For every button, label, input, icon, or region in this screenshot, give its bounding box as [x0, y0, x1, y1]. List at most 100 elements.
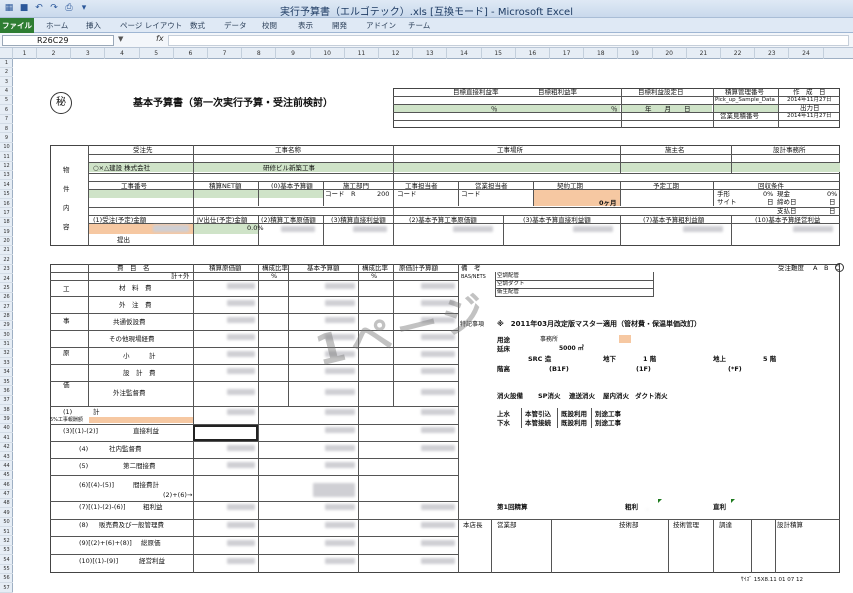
row-header-cell[interactable]: 57 — [0, 584, 13, 593]
row-header-cell[interactable]: 14 — [0, 181, 13, 190]
row-header-cell[interactable]: 5 — [0, 96, 13, 106]
row-header-cell[interactable]: 37 — [0, 396, 13, 406]
column-header-cell[interactable]: 2 — [37, 48, 72, 59]
row-header-cell[interactable]: 50 — [0, 518, 13, 528]
row-header-cell[interactable]: 39 — [0, 415, 13, 424]
row-header-cell[interactable]: 48 — [0, 499, 13, 509]
row-header-cell[interactable]: 45 — [0, 471, 13, 481]
row-header-cell[interactable]: 44 — [0, 462, 13, 471]
column-header-cell[interactable]: 23 — [755, 48, 790, 59]
row-header-cell[interactable]: 33 — [0, 359, 13, 368]
column-header-cell[interactable]: 13 — [413, 48, 448, 59]
row-header-cell[interactable]: 31 — [0, 340, 13, 349]
row-header-cell[interactable]: 1 — [0, 59, 13, 68]
row-header-cell[interactable]: 19 — [0, 228, 13, 237]
row-header-cell[interactable]: 12 — [0, 162, 13, 171]
row-header-cell[interactable]: 54 — [0, 556, 13, 565]
row-header-cell[interactable]: 56 — [0, 574, 13, 584]
insert-function-icon[interactable]: fx — [156, 34, 164, 43]
row-header-cell[interactable]: 32 — [0, 349, 13, 359]
row-header-cell[interactable]: 21 — [0, 246, 13, 256]
row-header-cell[interactable]: 25 — [0, 284, 13, 293]
row-header-cell[interactable]: 41 — [0, 434, 13, 443]
tab-review[interactable]: 校閲 — [262, 18, 277, 33]
column-header-cell[interactable]: 20 — [653, 48, 687, 59]
row-header-cell[interactable]: 15 — [0, 190, 13, 200]
row-header-cell[interactable]: 46 — [0, 481, 13, 490]
row-header-cell[interactable]: 40 — [0, 424, 13, 434]
row-header-cell[interactable]: 17 — [0, 209, 13, 218]
tab-home[interactable]: ホーム — [46, 18, 68, 33]
row-header-cell[interactable]: 38 — [0, 406, 13, 415]
row-header-cell[interactable]: 53 — [0, 546, 13, 556]
column-header-cell[interactable]: 18 — [584, 48, 619, 59]
row-header-cell[interactable]: 51 — [0, 528, 13, 537]
column-header-cell[interactable]: 4 — [105, 48, 140, 59]
column-header-cell[interactable]: 10 — [311, 48, 345, 59]
row-header-cell[interactable]: 16 — [0, 200, 13, 209]
column-header-cell[interactable]: 15 — [482, 48, 516, 59]
name-box[interactable]: R26C29 — [2, 35, 114, 46]
column-header-cell[interactable]: 7 — [208, 48, 243, 59]
column-header-cell[interactable]: 17 — [550, 48, 585, 59]
row-header-cell[interactable]: 24 — [0, 275, 13, 284]
tab-insert[interactable]: 挿入 — [86, 18, 101, 33]
row-header-cell[interactable]: 27 — [0, 303, 13, 312]
row-header-cell[interactable]: 18 — [0, 218, 13, 228]
tab-addins[interactable]: アドイン — [366, 18, 396, 33]
row-header-cell[interactable]: 36 — [0, 387, 13, 396]
selected-cell[interactable] — [193, 425, 258, 441]
row-header-cell[interactable]: 29 — [0, 321, 13, 331]
row-header-cell[interactable]: 43 — [0, 453, 13, 462]
row-header-cell[interactable]: 52 — [0, 537, 13, 546]
column-header-cell[interactable]: 11 — [345, 48, 379, 59]
tab-file[interactable]: ファイル — [0, 18, 34, 33]
chevron-down-icon[interactable]: ▼ — [118, 35, 123, 43]
column-header-cell[interactable]: 1 — [13, 48, 37, 59]
row-header-cell[interactable]: 3 — [0, 78, 13, 87]
row-header-cell[interactable]: 11 — [0, 153, 13, 162]
column-header-cell[interactable]: 19 — [618, 48, 653, 59]
row-header-cell[interactable]: 22 — [0, 256, 13, 265]
row-header-cell[interactable]: 13 — [0, 171, 13, 181]
row-header-cell[interactable]: 8 — [0, 125, 13, 134]
row-header-cell[interactable]: 42 — [0, 443, 13, 453]
tab-data[interactable]: データ — [224, 18, 247, 33]
c1-label: (1)受注(予定)金額 — [93, 216, 147, 224]
column-header-cell[interactable]: 16 — [516, 48, 550, 59]
row-header-cell[interactable]: 47 — [0, 490, 13, 499]
column-header-cell[interactable]: 5 — [140, 48, 174, 59]
row-header-cell[interactable]: 6 — [0, 106, 13, 115]
row-header-cell[interactable]: 7 — [0, 115, 13, 125]
row-header-cell[interactable]: 35 — [0, 378, 13, 387]
tab-team[interactable]: チーム — [408, 18, 430, 33]
tab-developer[interactable]: 開発 — [332, 18, 347, 33]
worksheet[interactable]: 秘 基本予算書（第一次実行予算・受注前検討） 目標直接利益率 目標粗利益率 目標… — [13, 59, 853, 593]
row-header-cell[interactable]: 30 — [0, 331, 13, 340]
row-header-cell[interactable]: 34 — [0, 368, 13, 378]
column-header-cell[interactable]: 14 — [447, 48, 482, 59]
row-header-cell[interactable]: 20 — [0, 237, 13, 246]
column-header-cell[interactable]: 9 — [276, 48, 311, 59]
row-header-cell[interactable]: 28 — [0, 312, 13, 321]
row-header-cell[interactable]: 23 — [0, 265, 13, 275]
row-header-cell[interactable]: 26 — [0, 293, 13, 303]
tab-view[interactable]: 表示 — [298, 18, 313, 33]
tab-page-layout[interactable]: ページ レイアウト — [120, 18, 182, 33]
row-header-cell[interactable]: 55 — [0, 565, 13, 574]
column-header-cell[interactable]: 8 — [242, 48, 277, 59]
row-header-cell[interactable]: 49 — [0, 509, 13, 518]
column-header-cell[interactable]: 21 — [687, 48, 721, 59]
column-header-cell[interactable]: 24 — [789, 48, 824, 59]
tab-formulas[interactable]: 数式 — [190, 18, 205, 33]
row-header-cell[interactable]: 4 — [0, 87, 13, 96]
row-header-cell[interactable]: 9 — [0, 134, 13, 143]
column-header-cell[interactable]: 6 — [174, 48, 208, 59]
row-header-cell[interactable]: 2 — [0, 68, 13, 78]
column-header-cell[interactable]: 12 — [379, 48, 414, 59]
column-header-cell[interactable]: 22 — [721, 48, 756, 59]
row-header-cell[interactable]: 10 — [0, 143, 13, 153]
column-header-cell[interactable]: 3 — [71, 48, 106, 59]
select-all-corner[interactable] — [0, 48, 13, 59]
formula-input[interactable] — [168, 35, 849, 46]
